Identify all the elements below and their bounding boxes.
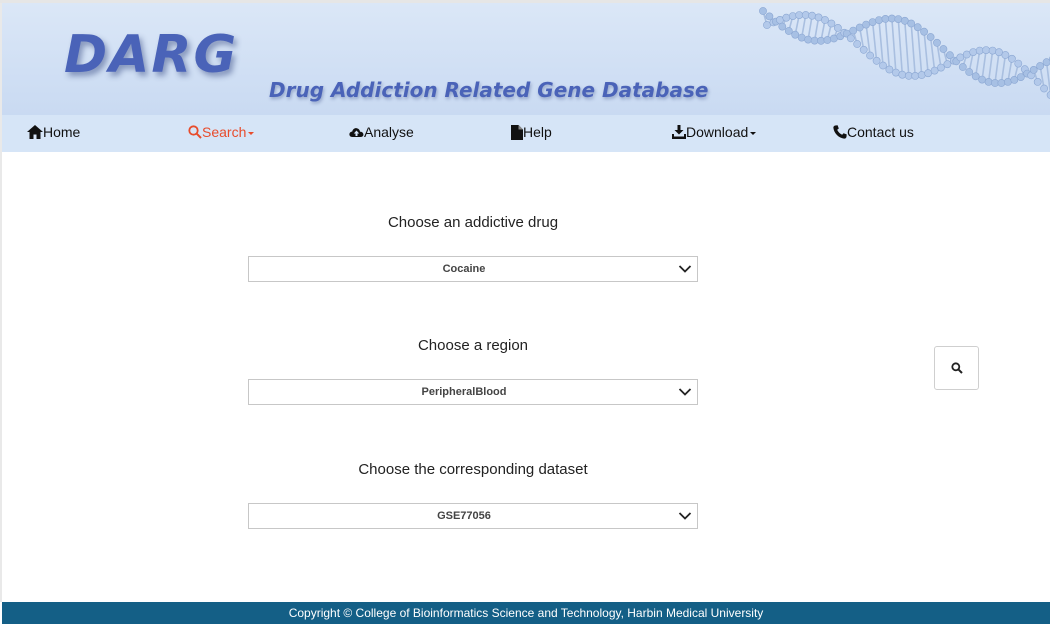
nav-contact[interactable]: Contact us [833,124,914,140]
nav-home-label: Home [43,124,81,140]
header-banner: DARG Drug Addiction Related Gene Databas… [2,3,1050,115]
site-subtitle: Drug Addiction Related Gene Database [269,78,709,102]
main-nav: Home Search Analyse Help Download Contac… [2,115,1050,152]
drug-select-value: Cocaine [442,263,486,275]
nav-download-label: Download [686,124,749,140]
nav-help[interactable]: Help [511,124,552,140]
search-icon [951,362,963,374]
nav-contact-label: Contact us [847,124,914,140]
site-logo[interactable]: DARG [64,25,238,85]
search-icon [188,125,202,139]
drug-select[interactable]: Cocaine [248,256,698,282]
search-button[interactable] [934,346,979,390]
caret-down-icon [750,132,757,135]
chevron-down-icon [678,512,692,520]
region-label: Choose a region [417,337,529,354]
nav-download[interactable]: Download [672,124,757,140]
cloud-upload-icon [349,126,364,139]
nav-home[interactable]: Home [27,124,80,140]
footer-copyright: Copyright © College of Bioinformatics Sc… [2,602,1050,624]
dna-helix-icon [759,7,1050,99]
home-icon [27,125,43,139]
dataset-select-value: GSE77056 [437,510,491,522]
download-icon [672,125,686,139]
dataset-label: Choose the corresponding dataset [358,461,588,478]
region-select[interactable]: PeripheralBlood [248,379,698,405]
dataset-select[interactable]: GSE77056 [248,503,698,529]
caret-down-icon [248,132,255,135]
nav-search[interactable]: Search [188,124,255,140]
file-icon [511,124,523,140]
nav-analyse-label: Analyse [364,124,414,140]
drug-label: Choose an addictive drug [387,214,559,231]
nav-analyse[interactable]: Analyse [349,124,414,140]
phone-icon [833,125,847,139]
chevron-down-icon [678,388,692,396]
region-select-value: PeripheralBlood [421,386,507,398]
nav-search-label: Search [202,124,247,140]
nav-help-label: Help [523,124,552,140]
chevron-down-icon [678,265,692,273]
